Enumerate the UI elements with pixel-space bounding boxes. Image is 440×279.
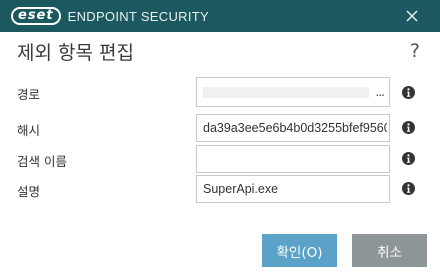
- hash-value: da39a3ee5e6b4b0d3255bfef95601890afd80709: [203, 121, 387, 135]
- path-value: [203, 87, 369, 98]
- path-label: 경로: [17, 87, 41, 102]
- help-icon[interactable]: ?: [410, 40, 420, 62]
- info-icon[interactable]: [402, 152, 415, 165]
- title-bar: eset ENDPOINT SECURITY: [0, 0, 440, 32]
- hash-label: 해시: [17, 123, 41, 138]
- close-icon[interactable]: [404, 8, 420, 24]
- brand-mark: eset: [11, 7, 61, 25]
- browse-button[interactable]: ...: [376, 85, 386, 99]
- info-icon[interactable]: [402, 86, 415, 99]
- eset-logo: eset ENDPOINT SECURITY: [11, 7, 209, 25]
- product-name: ENDPOINT SECURITY: [67, 8, 209, 24]
- cancel-button[interactable]: 취소: [352, 234, 427, 267]
- dialog-title: 제외 항목 편집: [17, 42, 134, 64]
- search-name-label: 검색 이름: [17, 154, 67, 169]
- edit-exclusion-dialog: eset ENDPOINT SECURITY 제외 항목 편집 ? 경로 ...…: [0, 0, 440, 279]
- description-input[interactable]: SuperApi.exe: [196, 175, 390, 203]
- info-icon[interactable]: [402, 182, 415, 195]
- description-value: SuperApi.exe: [203, 182, 279, 196]
- path-input[interactable]: ...: [196, 77, 390, 107]
- hash-input[interactable]: da39a3ee5e6b4b0d3255bfef95601890afd80709: [196, 114, 390, 142]
- info-icon[interactable]: [402, 121, 415, 134]
- search-name-input[interactable]: [196, 145, 390, 173]
- description-label: 설명: [17, 184, 41, 199]
- ok-button[interactable]: 확인(O): [262, 234, 337, 267]
